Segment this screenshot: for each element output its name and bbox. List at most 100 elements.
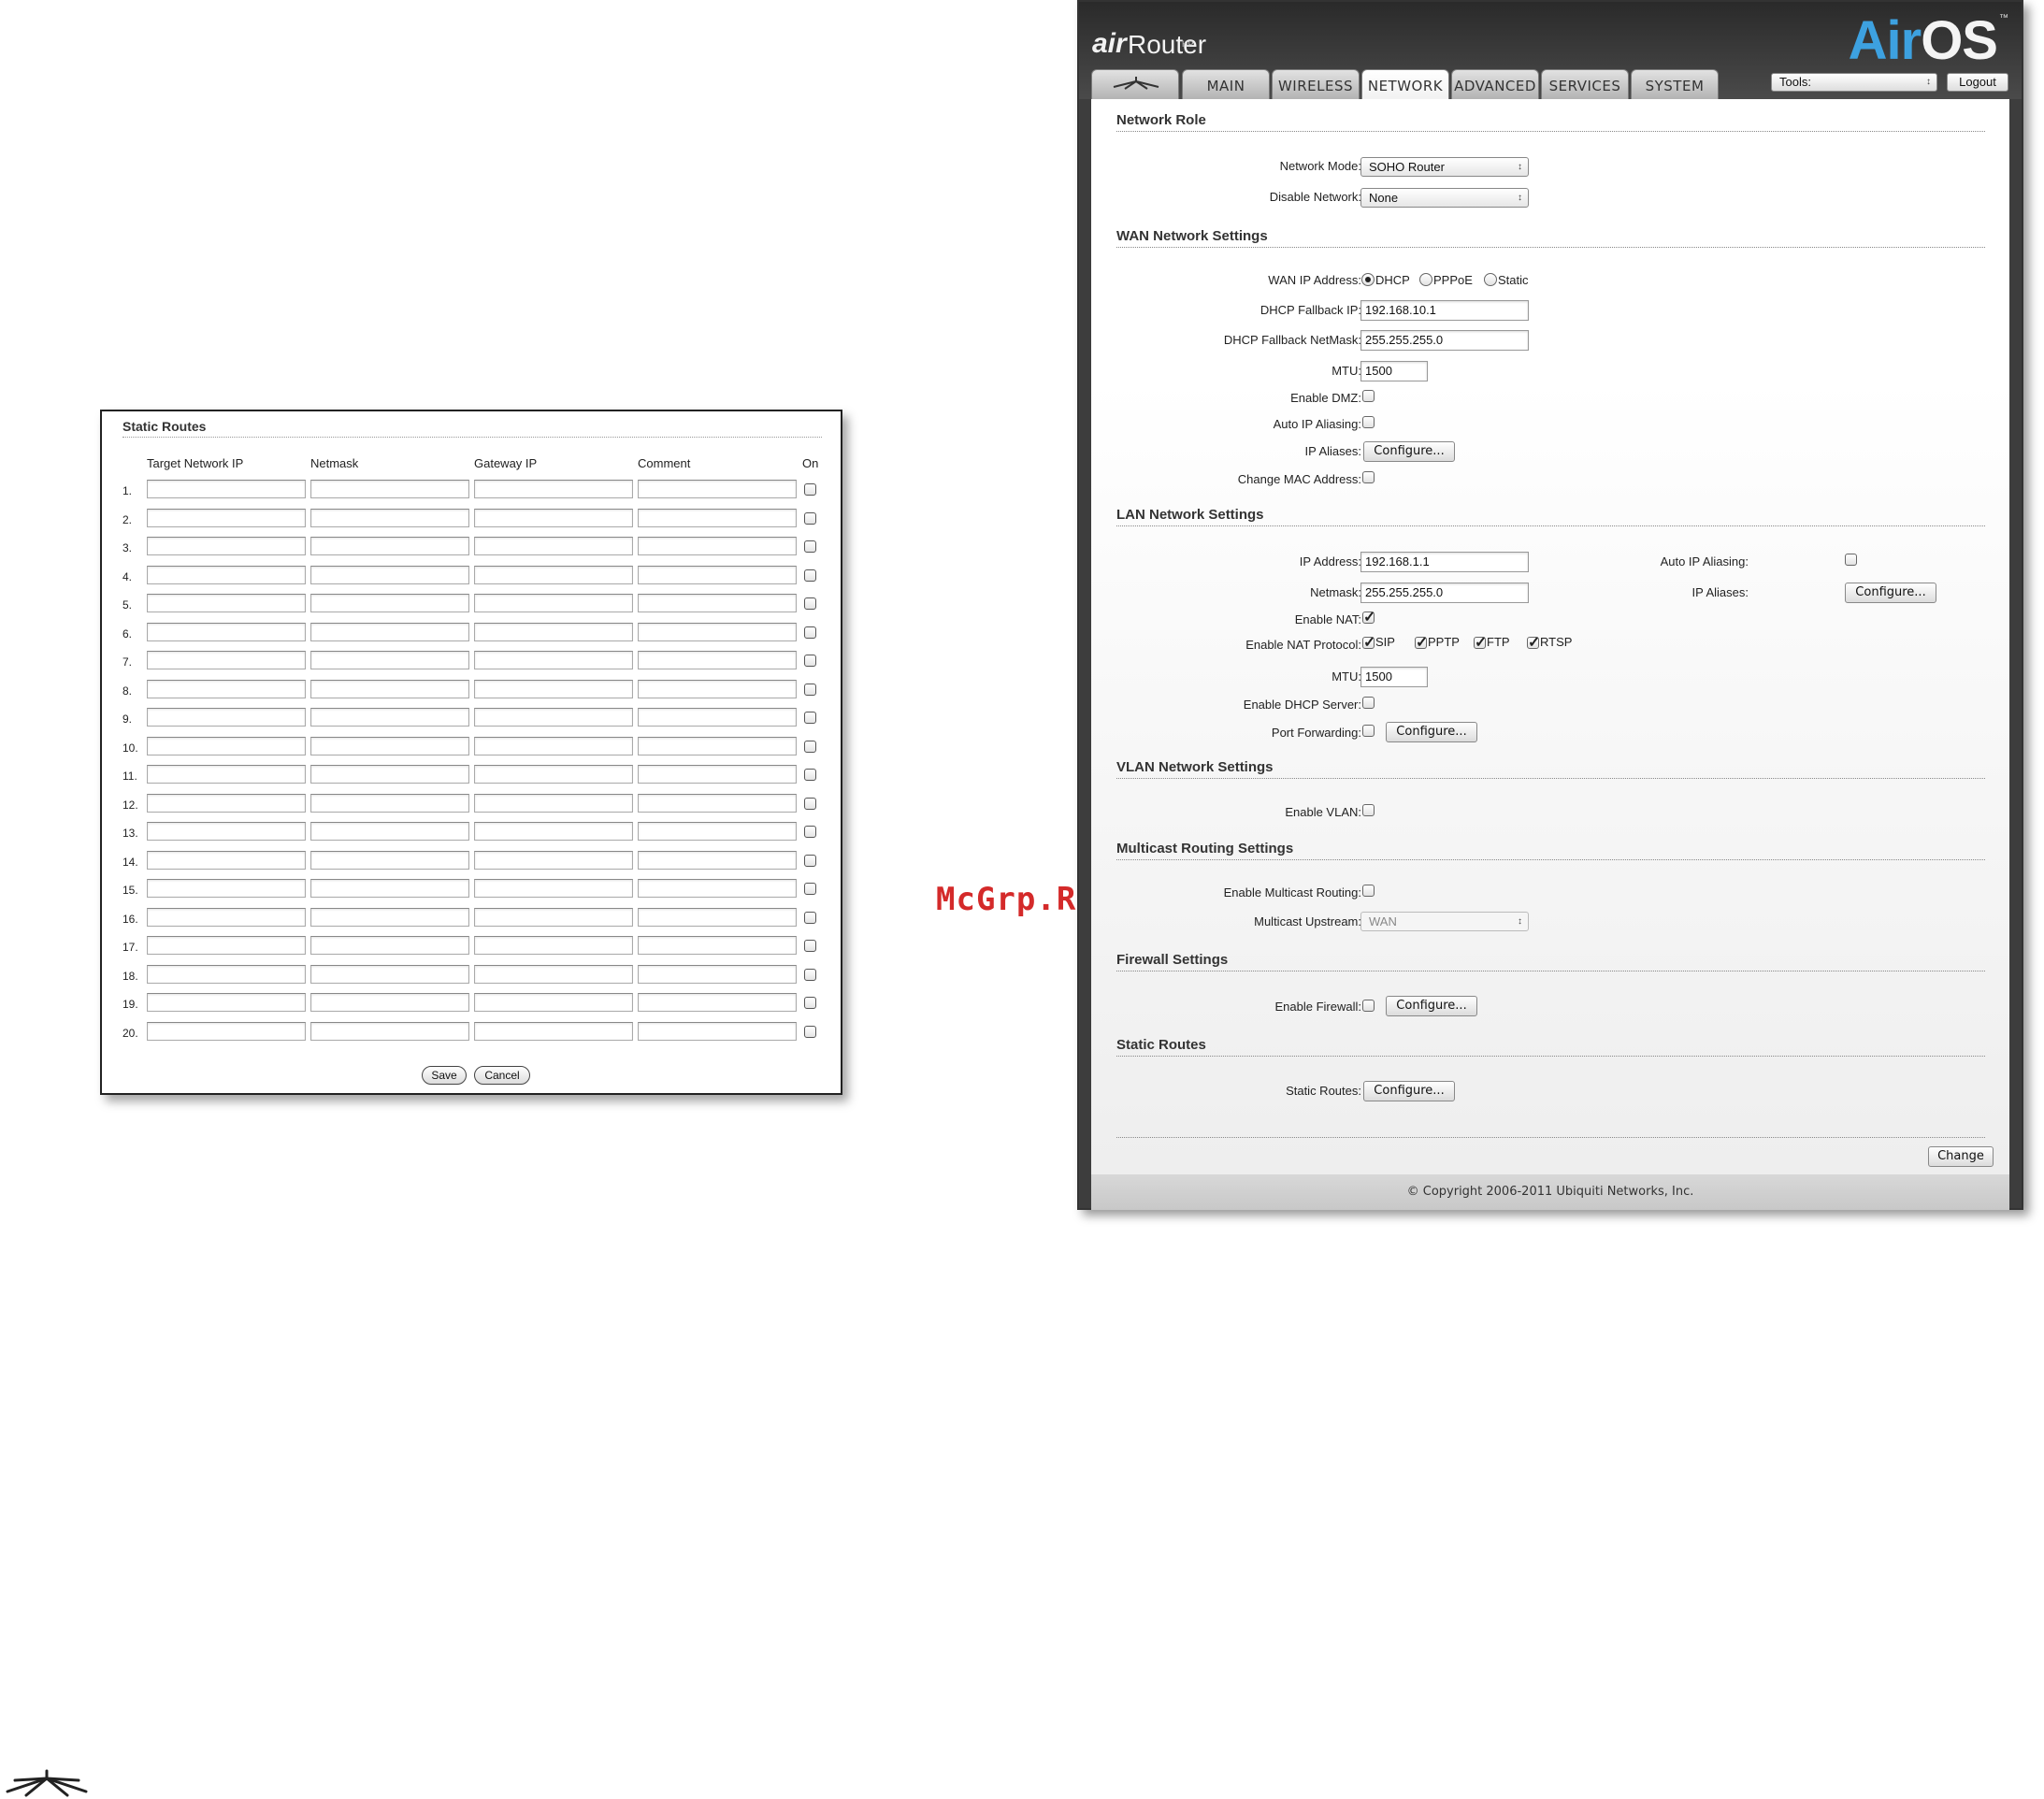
gateway-ip-input[interactable] bbox=[474, 565, 633, 584]
static-routes-configure-button[interactable]: Configure... bbox=[1363, 1081, 1455, 1101]
tab-network[interactable]: NETWORK bbox=[1361, 69, 1449, 100]
logout-button[interactable]: Logout bbox=[1947, 73, 2008, 92]
tab-wireless[interactable]: WIRELESS bbox=[1272, 69, 1360, 99]
netmask-input[interactable] bbox=[310, 993, 469, 1012]
gateway-ip-input[interactable] bbox=[474, 537, 633, 555]
tab-services[interactable]: SERVICES bbox=[1541, 69, 1629, 99]
netmask-input[interactable] bbox=[310, 964, 469, 984]
route-on-checkbox[interactable] bbox=[804, 1025, 816, 1038]
gateway-ip-input[interactable] bbox=[474, 879, 633, 898]
target-ip-input[interactable] bbox=[147, 879, 306, 898]
radio-pppoe[interactable] bbox=[1419, 273, 1432, 286]
target-ip-input[interactable] bbox=[147, 822, 306, 841]
gateway-ip-input[interactable] bbox=[474, 850, 633, 870]
route-on-checkbox[interactable] bbox=[804, 968, 816, 981]
target-ip-input[interactable] bbox=[147, 765, 306, 784]
netmask-input[interactable] bbox=[310, 537, 469, 555]
gateway-ip-input[interactable] bbox=[474, 936, 633, 955]
netmask-input[interactable] bbox=[310, 879, 469, 898]
target-ip-input[interactable] bbox=[147, 936, 306, 955]
target-ip-input[interactable] bbox=[147, 907, 306, 927]
port-forwarding-checkbox[interactable] bbox=[1362, 725, 1375, 737]
netmask-input[interactable] bbox=[310, 508, 469, 527]
route-on-checkbox[interactable] bbox=[804, 597, 816, 610]
route-on-checkbox[interactable] bbox=[804, 769, 816, 781]
comment-input[interactable] bbox=[638, 907, 797, 927]
comment-input[interactable] bbox=[638, 565, 797, 584]
gateway-ip-input[interactable] bbox=[474, 822, 633, 841]
comment-input[interactable] bbox=[638, 822, 797, 841]
route-on-checkbox[interactable] bbox=[804, 511, 816, 525]
comment-input[interactable] bbox=[638, 993, 797, 1012]
target-ip-input[interactable] bbox=[147, 708, 306, 727]
netmask-input[interactable] bbox=[310, 936, 469, 955]
radio-static[interactable] bbox=[1484, 273, 1497, 286]
lan-auto-alias-checkbox[interactable] bbox=[1845, 554, 1857, 566]
wan-ip-aliases-configure-button[interactable]: Configure... bbox=[1363, 441, 1455, 462]
gateway-ip-input[interactable] bbox=[474, 765, 633, 784]
enable-dmz-checkbox[interactable] bbox=[1362, 390, 1375, 402]
route-on-checkbox[interactable] bbox=[804, 911, 816, 924]
gateway-ip-input[interactable] bbox=[474, 679, 633, 698]
tools-dropdown[interactable]: Tools: ↕ bbox=[1771, 73, 1937, 92]
comment-input[interactable] bbox=[638, 850, 797, 870]
netmask-input[interactable] bbox=[310, 679, 469, 698]
radio-dhcp[interactable] bbox=[1361, 273, 1375, 286]
gateway-ip-input[interactable] bbox=[474, 708, 633, 727]
lan-netmask-input[interactable]: 255.255.255.0 bbox=[1360, 583, 1529, 603]
gateway-ip-input[interactable] bbox=[474, 622, 633, 641]
netmask-input[interactable] bbox=[310, 565, 469, 584]
disable-network-select[interactable]: None ↕ bbox=[1360, 188, 1529, 208]
route-on-checkbox[interactable] bbox=[804, 626, 816, 639]
comment-input[interactable] bbox=[638, 651, 797, 669]
tab-main[interactable]: MAIN bbox=[1182, 69, 1270, 99]
tab-system[interactable]: SYSTEM bbox=[1631, 69, 1719, 99]
netmask-input[interactable] bbox=[310, 850, 469, 870]
gateway-ip-input[interactable] bbox=[474, 964, 633, 984]
gateway-ip-input[interactable] bbox=[474, 480, 633, 498]
netmask-input[interactable] bbox=[310, 736, 469, 756]
target-ip-input[interactable] bbox=[147, 679, 306, 698]
gateway-ip-input[interactable] bbox=[474, 594, 633, 612]
route-on-checkbox[interactable] bbox=[804, 883, 816, 895]
comment-input[interactable] bbox=[638, 936, 797, 955]
enable-vlan-checkbox[interactable] bbox=[1362, 804, 1375, 816]
netmask-input[interactable] bbox=[310, 822, 469, 841]
multicast-upstream-select[interactable]: WAN ↕ bbox=[1360, 912, 1529, 931]
comment-input[interactable] bbox=[638, 765, 797, 784]
enable-nat-checkbox[interactable]: ✓ bbox=[1362, 610, 1375, 626]
target-ip-input[interactable] bbox=[147, 651, 306, 669]
comment-input[interactable] bbox=[638, 508, 797, 527]
target-ip-input[interactable] bbox=[147, 480, 306, 498]
route-on-checkbox[interactable] bbox=[804, 997, 816, 1009]
change-mac-checkbox[interactable] bbox=[1362, 471, 1375, 483]
netmask-input[interactable] bbox=[310, 651, 469, 669]
lan-mtu-input[interactable]: 1500 bbox=[1360, 667, 1428, 687]
target-ip-input[interactable] bbox=[147, 622, 306, 641]
lan-ip-aliases-configure-button[interactable]: Configure... bbox=[1845, 583, 1936, 603]
route-on-checkbox[interactable] bbox=[804, 540, 816, 553]
tab-ubiquiti-logo[interactable] bbox=[1091, 69, 1179, 99]
target-ip-input[interactable] bbox=[147, 850, 306, 870]
nat-rtsp-checkbox[interactable]: ✓ bbox=[1527, 635, 1540, 651]
netmask-input[interactable] bbox=[310, 793, 469, 813]
target-ip-input[interactable] bbox=[147, 594, 306, 612]
cancel-button[interactable]: Cancel bbox=[474, 1066, 530, 1085]
port-forwarding-configure-button[interactable]: Configure... bbox=[1386, 722, 1477, 742]
target-ip-input[interactable] bbox=[147, 993, 306, 1012]
netmask-input[interactable] bbox=[310, 622, 469, 641]
comment-input[interactable] bbox=[638, 736, 797, 756]
comment-input[interactable] bbox=[638, 793, 797, 813]
comment-input[interactable] bbox=[638, 679, 797, 698]
route-on-checkbox[interactable] bbox=[804, 568, 816, 582]
comment-input[interactable] bbox=[638, 879, 797, 898]
route-on-checkbox[interactable] bbox=[804, 483, 816, 496]
target-ip-input[interactable] bbox=[147, 537, 306, 555]
netmask-input[interactable] bbox=[310, 1021, 469, 1041]
route-on-checkbox[interactable] bbox=[804, 655, 816, 667]
route-on-checkbox[interactable] bbox=[804, 940, 816, 952]
gateway-ip-input[interactable] bbox=[474, 736, 633, 756]
nat-sip-checkbox[interactable]: ✓ bbox=[1362, 635, 1375, 651]
gateway-ip-input[interactable] bbox=[474, 1021, 633, 1041]
nat-pptp-checkbox[interactable]: ✓ bbox=[1415, 635, 1428, 651]
